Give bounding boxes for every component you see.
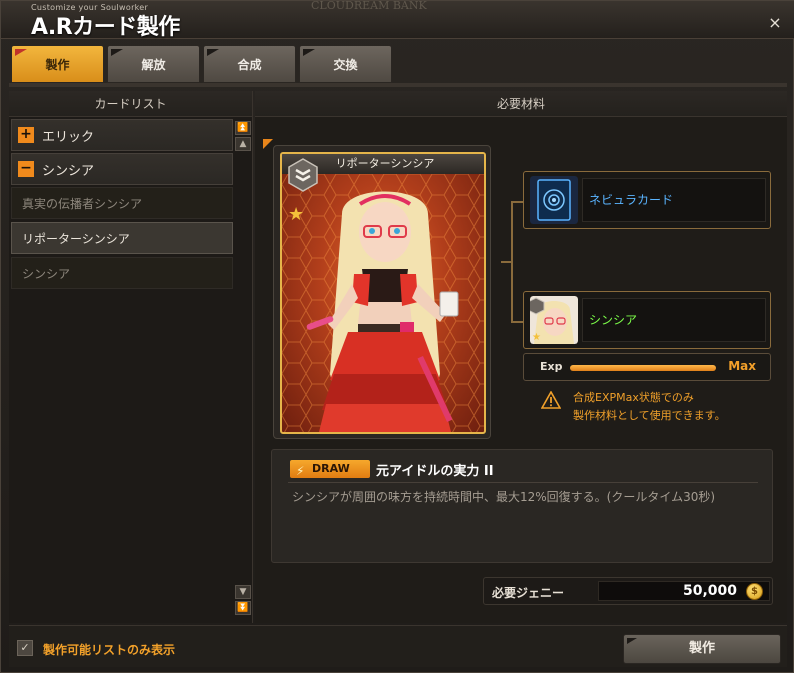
card-list-header: カードリスト xyxy=(9,91,252,117)
cynthia-portrait-icon: ★ xyxy=(530,296,578,344)
tab-divider xyxy=(9,83,787,87)
group-label: エリック xyxy=(42,129,95,145)
ar-card-preview: リポーターシンシア ★ xyxy=(273,145,491,439)
card-list: + エリック − シンシア 真実の伝播者シンシア リポーターシンシア シンシア xyxy=(11,119,233,292)
bottom-bar: ✓ 製作可能リストのみ表示 製作 xyxy=(9,625,787,667)
card-character-art xyxy=(282,174,484,432)
skill-name: 元アイドルの実力 II xyxy=(376,464,494,479)
card-image: リポーターシンシア ★ xyxy=(280,152,486,434)
craftable-only-checkbox[interactable]: ✓ xyxy=(17,640,33,656)
connector-line xyxy=(511,321,523,323)
cost-value: 50,000 xyxy=(682,583,737,599)
expand-icon[interactable]: + xyxy=(18,127,34,143)
exp-bar-track xyxy=(570,365,716,371)
material-slot-cynthia[interactable]: ★ シンシア xyxy=(523,291,771,349)
divider xyxy=(288,482,758,483)
group-label: シンシア xyxy=(42,163,95,179)
cost-label: 必要ジェニー xyxy=(492,586,565,600)
skill-panel: ⚡ DRAW 元アイドルの実力 II シンシアが周囲の味方を持続時間中、最大12… xyxy=(271,449,773,563)
exp-max-label: Max xyxy=(728,359,756,373)
scroll-bottom-icon[interactable]: ⏬ xyxy=(235,601,251,615)
coin-icon: $ xyxy=(746,583,763,600)
star-icon: ★ xyxy=(288,204,305,225)
materials-header: 必要材料 xyxy=(255,91,787,117)
warning-line-1: 合成EXPMax状態でのみ xyxy=(573,391,694,404)
close-icon[interactable]: × xyxy=(767,15,783,31)
list-item-selected[interactable]: リポーターシンシア xyxy=(11,222,233,254)
lightning-icon: ⚡ xyxy=(296,464,305,478)
collapse-icon[interactable]: − xyxy=(18,161,34,177)
exp-label: Exp xyxy=(540,360,563,373)
card-craft-window: CLOUDREAM BANK Customize your Soulworker… xyxy=(0,0,794,673)
exp-gauge: Exp Max xyxy=(523,353,771,381)
skill-description: シンシアが周囲の味方を持続時間中、最大12%回復する。(クールタイム30秒) xyxy=(292,490,716,504)
svg-text:★: ★ xyxy=(532,332,541,343)
material-slot-nebula[interactable]: ネビュラカード xyxy=(523,171,771,229)
draw-badge-label: DRAW xyxy=(312,462,350,475)
title-bar[interactable]: CLOUDREAM BANK Customize your Soulworker… xyxy=(1,0,794,40)
group-row-cynthia[interactable]: − シンシア xyxy=(11,153,233,185)
material-name: シンシア xyxy=(582,298,766,342)
group-row-eric[interactable]: + エリック xyxy=(11,119,233,151)
scroll-down-icon[interactable]: ▼ xyxy=(235,585,251,599)
tab-bar: 製作 解放 合成 交換 xyxy=(11,45,395,83)
warning-text: 合成EXPMax状態でのみ 製作材料として使用できます。 xyxy=(573,389,773,425)
list-item[interactable]: 真実の伝播者シンシア xyxy=(11,187,233,219)
chevron-rank-icon xyxy=(288,158,318,192)
connector-line xyxy=(501,261,513,263)
material-name: ネビュラカード xyxy=(582,178,766,222)
tab-craft[interactable]: 製作 xyxy=(11,45,104,83)
checkbox-label[interactable]: 製作可能リストのみ表示 xyxy=(43,641,175,658)
scroll-top-icon[interactable]: ⏫ xyxy=(235,121,251,135)
corner-marker-icon xyxy=(263,139,273,149)
tab-unlock[interactable]: 解放 xyxy=(107,45,200,83)
list-scrollbar[interactable]: ⏫ ▲ ▼ ⏬ xyxy=(235,121,251,621)
card-list-panel: カードリスト + エリック − シンシア 真実の伝播者シンシア リポーターシンシ… xyxy=(9,91,253,623)
scroll-up-icon[interactable]: ▲ xyxy=(235,137,251,151)
draw-badge: ⚡ DRAW xyxy=(290,460,370,478)
tab-synthesis[interactable]: 合成 xyxy=(203,45,296,83)
window-title: A.Rカード製作 xyxy=(31,15,180,40)
nebula-card-icon xyxy=(530,176,578,224)
materials-panel: 必要材料 リポーターシンシア ★ ネビュラカード ★ シンシア Exp Max … xyxy=(255,91,787,623)
warning-line-2: 製作材料として使用できます。 xyxy=(573,409,726,422)
tab-exchange[interactable]: 交換 xyxy=(299,45,392,83)
craft-button[interactable]: 製作 xyxy=(623,634,781,664)
warning-icon xyxy=(541,391,561,409)
required-zenny: 必要ジェニー 50,000 $ xyxy=(483,577,773,605)
exp-bar-fill xyxy=(570,365,716,371)
list-item[interactable]: シンシア xyxy=(11,257,233,289)
cost-value-box: 50,000 $ xyxy=(598,581,770,601)
title-background-text: CLOUDREAM BANK xyxy=(311,0,427,12)
